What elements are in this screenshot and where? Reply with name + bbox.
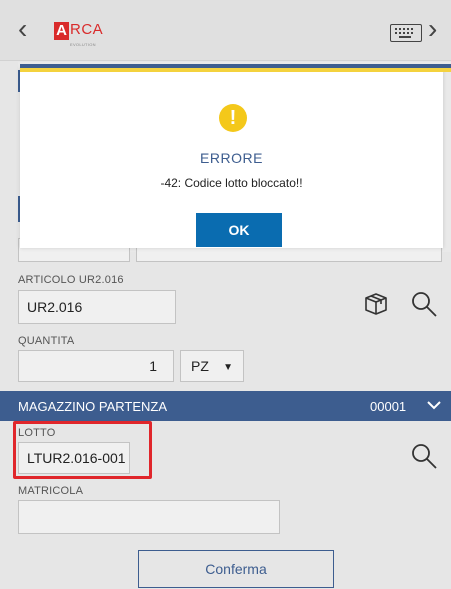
- section-title: MAGAZZINO PARTENZA: [18, 399, 168, 414]
- forward-button[interactable]: ›: [428, 14, 448, 44]
- error-dialog: ! ERRORE -42: Codice lotto bloccato!! OK: [20, 64, 451, 248]
- logo-letter: A: [54, 22, 69, 40]
- articolo-label: ARTICOLO UR2.016: [18, 274, 124, 286]
- top-bar: ‹ A RCA EVOLUTION ›: [0, 0, 451, 61]
- package-icon[interactable]: [362, 290, 390, 318]
- dialog-title: ERRORE: [200, 150, 263, 166]
- search-icon[interactable]: [410, 290, 438, 318]
- unit-value: PZ: [191, 358, 209, 374]
- logo-subtext: EVOLUTION: [70, 42, 96, 47]
- dialog-stripe-yellow: [20, 68, 451, 72]
- ok-button[interactable]: OK: [196, 213, 282, 247]
- confirm-button[interactable]: Conferma: [138, 550, 334, 588]
- warning-icon: !: [219, 104, 247, 132]
- magazzino-partenza-section[interactable]: MAGAZZINO PARTENZA 00001: [0, 391, 451, 421]
- section-code: 00001: [370, 399, 407, 414]
- matricola-input[interactable]: [18, 500, 280, 534]
- dialog-message: -42: Codice lotto bloccato!!: [160, 176, 303, 190]
- matricola-label: MATRICOLA: [18, 485, 84, 497]
- chevron-down-icon[interactable]: [427, 401, 441, 410]
- chevron-left-icon: ‹: [18, 13, 28, 44]
- unit-select[interactable]: PZ ▼: [180, 350, 244, 382]
- arca-logo: A RCA EVOLUTION: [54, 22, 103, 48]
- quantita-label: QUANTITA: [18, 335, 75, 347]
- logo-text: RCA EVOLUTION: [70, 22, 103, 48]
- caret-down-icon: ▼: [223, 362, 233, 373]
- articolo-input[interactable]: UR2.016: [18, 290, 176, 324]
- highlight-box: [13, 421, 152, 479]
- chevron-right-icon: ›: [428, 13, 438, 44]
- back-button[interactable]: ‹: [18, 14, 42, 44]
- quantita-input[interactable]: 1: [18, 350, 174, 382]
- lotto-search-icon[interactable]: [410, 442, 438, 470]
- keyboard-icon[interactable]: [390, 24, 422, 42]
